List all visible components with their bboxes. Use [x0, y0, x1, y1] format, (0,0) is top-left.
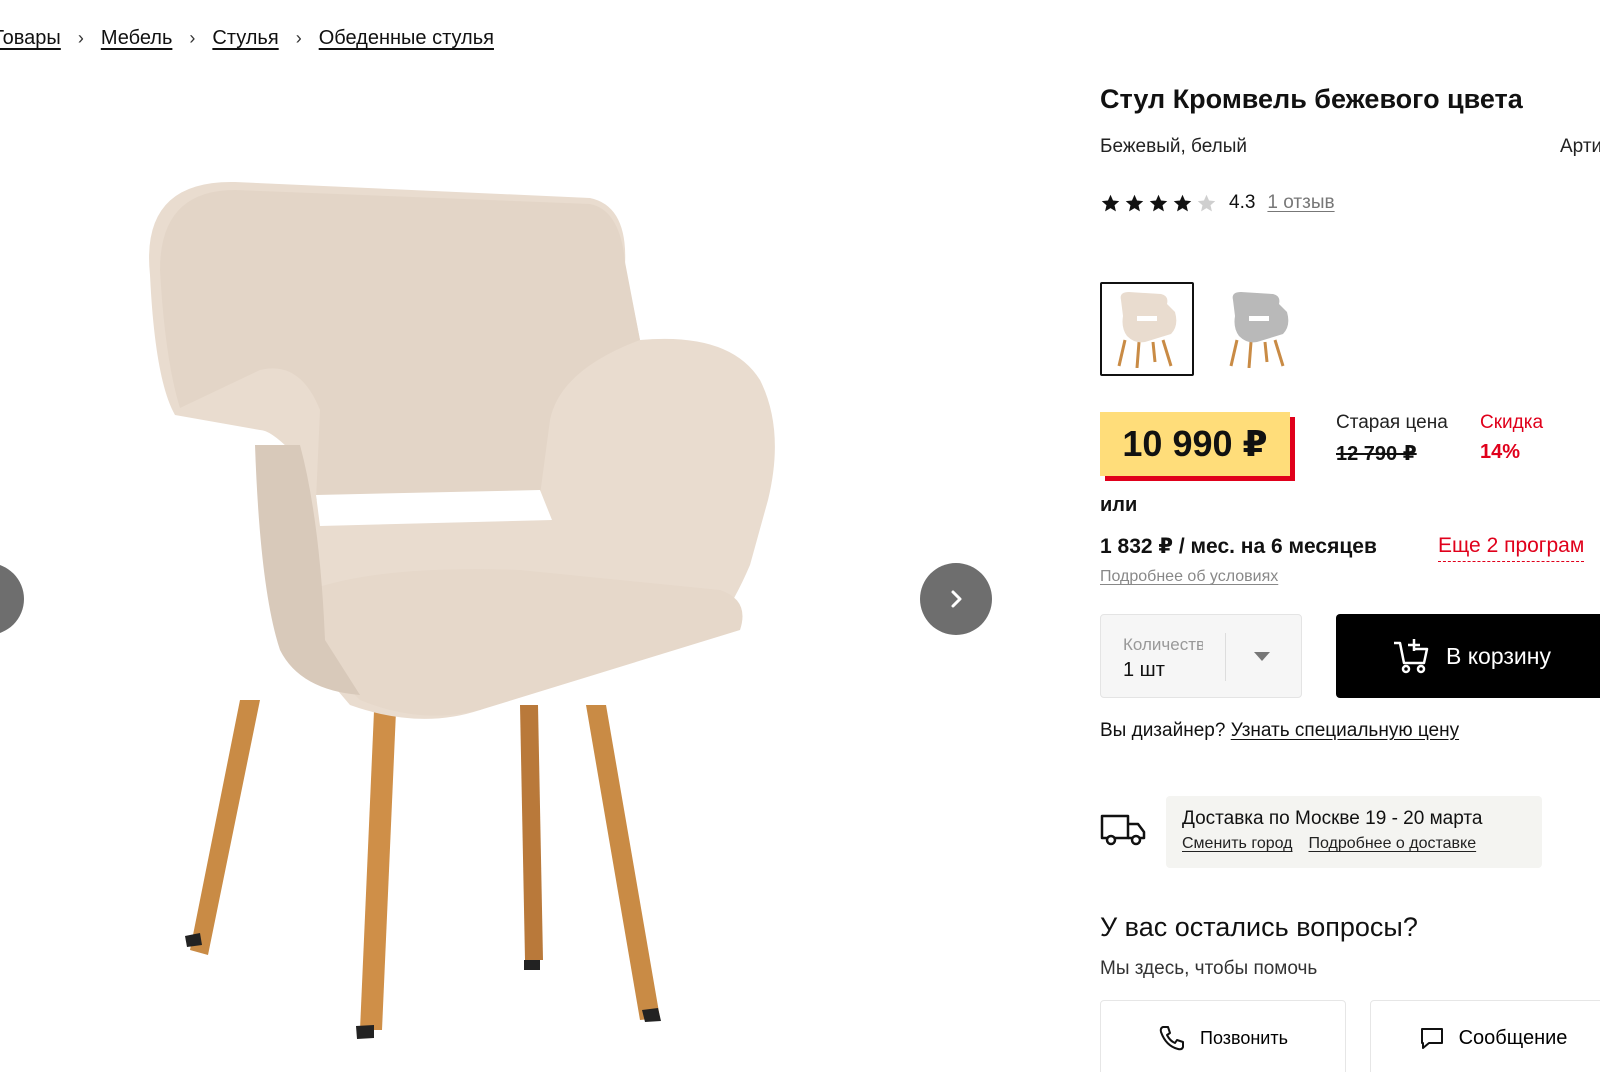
star-icon: [1173, 194, 1192, 211]
designer-text: Вы дизайнер?: [1100, 720, 1226, 741]
breadcrumb-chairs[interactable]: Стулья: [212, 27, 278, 50]
product-colors: Бежевый, белый: [1100, 136, 1247, 157]
rating-value: 4.3: [1229, 192, 1256, 213]
gallery-prev-button[interactable]: [0, 563, 24, 635]
old-price: 12 790 ₽: [1336, 443, 1417, 465]
breadcrumb-goods[interactable]: Товары: [0, 27, 61, 50]
chat-icon: [1420, 1028, 1443, 1049]
star-icon: [1125, 194, 1144, 211]
designer-price-link[interactable]: Узнать специальную цену: [1231, 720, 1459, 741]
more-programs-link[interactable]: Еще 2 програм: [1438, 534, 1585, 562]
reviews-link[interactable]: 1 отзыв: [1267, 192, 1334, 214]
help-title: У вас остались вопросы?: [1100, 912, 1418, 942]
designer-offer: Вы дизайнер? Узнать специальную цену: [1100, 720, 1459, 742]
star-icon: [1149, 194, 1168, 211]
breadcrumb-separator-icon: ›: [77, 28, 84, 48]
help-subtitle: Мы здесь, чтобы помочь: [1100, 958, 1318, 979]
product-rating: 4.3 1 отзыв: [1100, 192, 1335, 214]
breadcrumb-furniture[interactable]: Мебель: [101, 27, 173, 50]
star-icon: [1101, 194, 1120, 211]
product-info: Стул Кромвель бежевого цвета Бежевый, бе…: [1100, 0, 1600, 1072]
add-to-cart-button[interactable]: В корзину: [1336, 614, 1600, 698]
discount-block: Скидка 14%: [1480, 412, 1543, 464]
breadcrumb-separator-icon: ›: [295, 28, 302, 48]
cart-plus-icon: [1394, 639, 1429, 674]
phone-icon: [1159, 1026, 1184, 1051]
chevron-right-icon: [951, 590, 962, 608]
installment-text: 1 832 ₽ / мес. на 6 месяцев: [1100, 535, 1377, 558]
message-button[interactable]: Сообщение: [1370, 1000, 1600, 1072]
product-gallery: [0, 80, 1010, 1072]
call-button-label: Позвонить: [1200, 1027, 1288, 1048]
quantity-label: Количество: [1123, 635, 1203, 654]
discount-value: 14%: [1480, 441, 1521, 463]
variant-grey[interactable]: [1212, 282, 1306, 376]
product-image: [149, 181, 775, 1039]
add-to-cart-label: В корзину: [1446, 642, 1551, 669]
current-price: 10 990 ₽: [1100, 412, 1290, 476]
variant-thumbnail: [1229, 292, 1289, 368]
rating-stars: [1100, 193, 1217, 214]
quantity-value: 1 шт: [1123, 659, 1165, 681]
truck-icon: [1100, 814, 1146, 846]
star-icon: [1197, 194, 1216, 211]
change-city-link[interactable]: Сменить город: [1182, 835, 1293, 853]
quantity-select[interactable]: Количество 1 шт: [1100, 614, 1302, 698]
breadcrumb-separator-icon: ›: [189, 28, 196, 48]
call-button[interactable]: Позвонить: [1100, 1000, 1346, 1072]
delivery-details-link[interactable]: Подробнее о доставке: [1309, 835, 1477, 853]
variant-beige[interactable]: [1100, 282, 1194, 376]
installment-conditions-link[interactable]: Подробнее об условиях: [1100, 568, 1278, 586]
breadcrumb-dining-chairs[interactable]: Обеденные стулья: [319, 27, 494, 50]
breadcrumb: Товары › Мебель › Стулья › Обеденные сту…: [0, 27, 494, 50]
or-text: или: [1100, 494, 1138, 516]
delivery-info: Доставка по Москве 19 - 20 марта Сменить…: [1166, 796, 1542, 868]
delivery-links: Сменить город Подробнее о доставке: [1182, 835, 1526, 853]
gallery-next-button[interactable]: [920, 563, 992, 635]
color-variants: [1100, 282, 1306, 376]
old-price-label: Старая цена: [1336, 412, 1448, 433]
old-price-block: Старая цена 12 790 ₽: [1336, 412, 1448, 466]
discount-label: Скидка: [1480, 412, 1544, 433]
quantity-divider: [1225, 633, 1226, 681]
product-article: Арти: [1560, 136, 1600, 157]
product-title: Стул Кромвель бежевого цвета: [1100, 84, 1523, 114]
variant-thumbnail: [1117, 292, 1177, 368]
message-button-label: Сообщение: [1458, 1026, 1568, 1049]
delivery-title: Доставка по Москве 19 - 20 марта: [1182, 808, 1483, 829]
chevron-down-icon: [1254, 652, 1270, 661]
